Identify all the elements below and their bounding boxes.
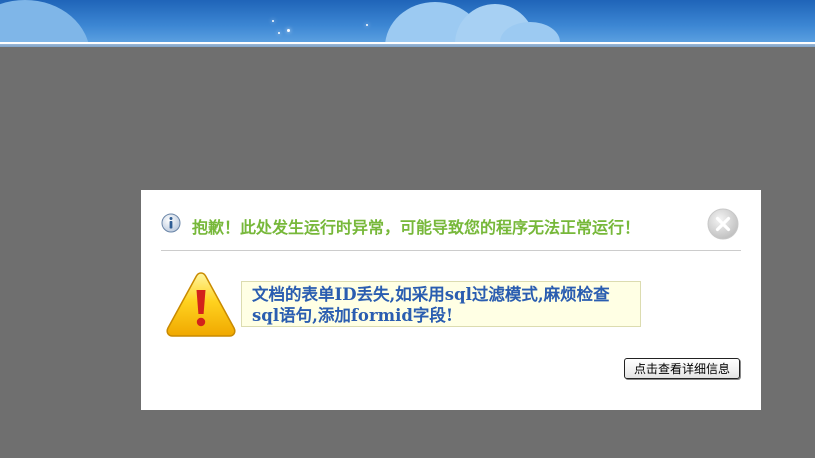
dialog-title: 抱歉！此处发生运行时异常，可能导致您的程序无法正常运行！ xyxy=(192,218,641,237)
close-icon[interactable] xyxy=(707,208,739,240)
sparkle-decoration xyxy=(287,29,290,32)
banner-divider xyxy=(0,42,815,47)
warning-icon xyxy=(166,272,236,337)
info-icon xyxy=(161,213,181,233)
view-details-button[interactable]: 点击查看详细信息 xyxy=(624,358,740,379)
dialog-header: 抱歉！此处发生运行时异常，可能导致您的程序无法正常运行！ xyxy=(161,208,741,251)
sparkle-decoration xyxy=(278,32,280,34)
sparkle-decoration xyxy=(366,24,368,26)
error-dialog: 抱歉！此处发生运行时异常，可能导致您的程序无法正常运行！ 文档的表单ID丢失,如… xyxy=(141,190,761,410)
cloud-decoration xyxy=(0,0,90,42)
error-message: 文档的表单ID丢失,如采用sql过滤模式,麻烦检查sql语句,添加formid字… xyxy=(241,281,641,327)
sparkle-decoration xyxy=(272,20,274,22)
header-banner xyxy=(0,0,815,42)
